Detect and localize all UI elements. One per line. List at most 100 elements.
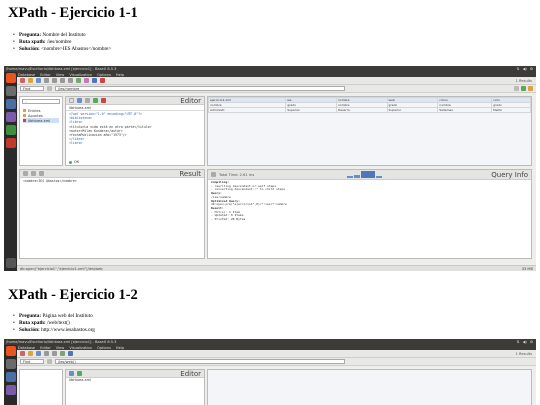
- bullet-item: Pregunta: Nombre del Instituto: [13, 32, 111, 39]
- bullet-value: http://www.iesabastos.org: [41, 326, 95, 333]
- project-panel: ⌕ Entries Apuntes libhtxea.xml: [19, 96, 63, 166]
- menu-item[interactable]: Visualization: [69, 346, 92, 350]
- calc-icon[interactable]: [5, 125, 16, 135]
- main-toolbar: 1 Results: [17, 350, 536, 358]
- bullet-value: /ies/nombre: [46, 38, 72, 45]
- new-icon[interactable]: [20, 78, 25, 83]
- find-mode-select[interactable]: Find: [20, 359, 44, 364]
- results-count: 1 Results: [515, 351, 532, 356]
- project-search[interactable]: ⌕: [22, 99, 60, 104]
- basex-screenshot-1: /home/mavu/Escritorio/libhtxea.xml [ejer…: [4, 66, 536, 271]
- browser-icon[interactable]: [5, 99, 16, 109]
- save-icon[interactable]: [36, 78, 41, 83]
- editor-icon[interactable]: [5, 385, 16, 395]
- open-icon[interactable]: [28, 78, 33, 83]
- menu-item[interactable]: Options: [97, 73, 111, 77]
- map-view: [207, 369, 532, 405]
- menu-item[interactable]: Database: [18, 346, 35, 350]
- save-icon[interactable]: [36, 351, 41, 356]
- basex-icon[interactable]: [5, 138, 16, 148]
- menu-item[interactable]: Database: [18, 73, 35, 77]
- menu-item[interactable]: View: [56, 73, 65, 77]
- bullet-label: Solución:: [19, 326, 40, 333]
- query-info-panel: Total Time: 2.61 ms Query Info Compiling…: [207, 169, 532, 259]
- bullet-label: Ruta xpath:: [19, 38, 46, 45]
- files-icon[interactable]: [5, 86, 16, 96]
- query-input[interactable]: /ies/nombre: [55, 86, 345, 91]
- result-panel: Result <nombre>IES Abastos</nombre>: [19, 169, 205, 259]
- trash-icon[interactable]: [5, 258, 16, 268]
- up-icon[interactable]: [60, 78, 65, 83]
- ubuntu-icon[interactable]: [5, 73, 16, 83]
- open-icon[interactable]: [28, 351, 33, 356]
- window-title: /home/mavu/Escritorio/libhtxea.xml [ejer…: [6, 67, 117, 71]
- find-mode-select[interactable]: Find: [20, 86, 44, 91]
- menu-item[interactable]: Help: [116, 346, 124, 350]
- menu-item[interactable]: Options: [97, 346, 111, 350]
- query-input[interactable]: /ies/web(): [55, 359, 345, 364]
- gear-icon: ⚙: [529, 67, 533, 71]
- wifi-icon: ⇅: [516, 340, 520, 344]
- new-icon[interactable]: [20, 351, 25, 356]
- table-icon[interactable]: [92, 78, 97, 83]
- bullet-value: Nombre del Instituto: [42, 32, 86, 38]
- volume-icon: ◀): [522, 340, 527, 344]
- map-icon[interactable]: [60, 351, 65, 356]
- menu-item[interactable]: Visualization: [69, 73, 92, 77]
- project-panel: [19, 369, 63, 405]
- tree-item[interactable]: libhtxea.xml: [23, 118, 59, 123]
- map-icon[interactable]: [76, 78, 81, 83]
- code-area[interactable]: <?xml version="1.0" encoding="UTF-8"?> <…: [66, 111, 204, 147]
- query-info-header: Total Time: 2.61 ms Query Info: [208, 170, 531, 180]
- editor-title: Editor: [180, 369, 201, 378]
- bullet-value: Página web del Instituto: [42, 313, 93, 319]
- filter-icon[interactable]: [528, 86, 533, 91]
- map-view: ejercicio1.xml ies nombre web ciclos ciclo no…: [207, 96, 532, 166]
- editor-header: Editor: [66, 370, 204, 378]
- bullet-item: Ruta xpath: /web/text(): [13, 320, 95, 327]
- memory-indicator[interactable]: 33 MB: [522, 267, 533, 271]
- home-icon[interactable]: [47, 86, 52, 91]
- home-icon[interactable]: [68, 78, 73, 83]
- result-header: Result: [20, 170, 204, 178]
- menu-item[interactable]: Help: [116, 73, 124, 77]
- table-icon[interactable]: [68, 351, 73, 356]
- result-title: Result: [179, 169, 201, 178]
- bullet-item: Ruta xpath: /ies/nombre: [13, 39, 111, 46]
- main-toolbar: 1 Results: [17, 77, 536, 85]
- gear-icon: ⚙: [529, 340, 533, 344]
- forward-icon[interactable]: [52, 78, 57, 83]
- results-count: 1 Results: [515, 78, 532, 83]
- editor-icon[interactable]: [5, 112, 16, 122]
- run-icon[interactable]: [521, 86, 526, 91]
- editor-tab[interactable]: libhtxea.xml: [66, 378, 204, 382]
- bullet-item: Solución: http://www.iesabastos.org: [13, 327, 95, 334]
- files-icon[interactable]: [5, 359, 16, 369]
- tree-icon[interactable]: [84, 78, 89, 83]
- total-time: Total Time: 2.61 ms: [219, 172, 255, 177]
- bullet-list: Pregunta: Nombre del Instituto Ruta xpat…: [13, 32, 111, 52]
- bullet-value: /web/text(): [46, 319, 70, 326]
- menu-item[interactable]: Editor: [40, 346, 51, 350]
- ubuntu-icon[interactable]: [5, 346, 16, 356]
- menu-item[interactable]: Editor: [40, 73, 51, 77]
- forward-icon[interactable]: [52, 351, 57, 356]
- back-icon[interactable]: [44, 351, 49, 356]
- home-icon[interactable]: [47, 359, 52, 364]
- editor-title: Editor: [180, 96, 201, 105]
- find-bar: Find /ies/web(): [17, 358, 536, 366]
- section-title: XPath - Ejercicio 1-1: [8, 5, 138, 21]
- stop-icon[interactable]: [514, 86, 519, 91]
- back-icon[interactable]: [44, 78, 49, 83]
- launcher-dock: [4, 345, 17, 405]
- status-bar: db:open("ejercicio1","ejercicio1.xml")/i…: [17, 265, 536, 271]
- browser-icon[interactable]: [5, 372, 16, 382]
- status-text: db:open("ejercicio1","ejercicio1.xml")/i…: [20, 266, 103, 271]
- info-icon[interactable]: [100, 78, 105, 83]
- query-info-title: Query Info: [491, 170, 528, 179]
- basex-app: 1 Results Find /ies/web() Editor libhtxe…: [17, 350, 536, 405]
- editor-panel: Editor libhtxea.xml <?xml version="1.0" …: [65, 96, 205, 166]
- menu-item[interactable]: View: [56, 346, 65, 350]
- bullet-value: <nombre>IES Abastos</nombre>: [41, 45, 112, 52]
- result-text[interactable]: <nombre>IES Abastos</nombre>: [20, 178, 204, 184]
